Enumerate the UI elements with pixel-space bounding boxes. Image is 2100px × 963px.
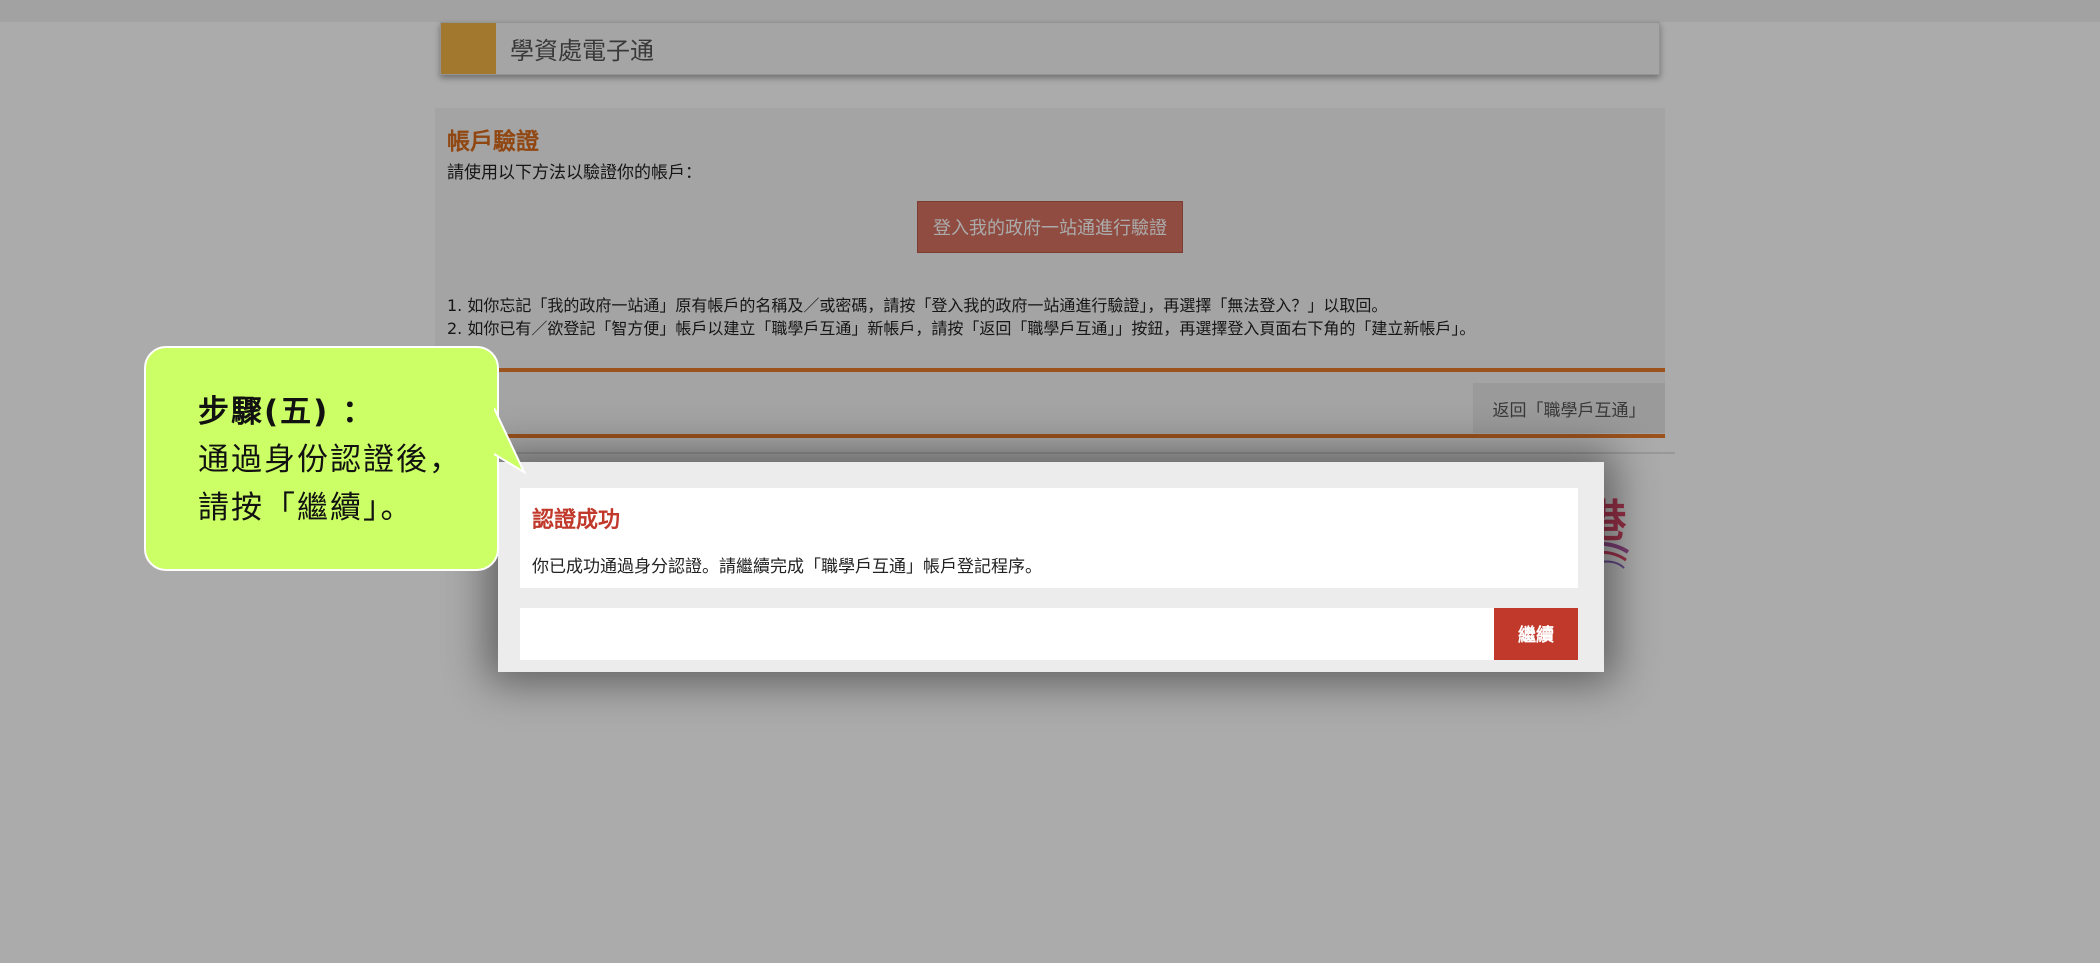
modal-footer: 繼續: [520, 608, 1578, 660]
success-modal: 認證成功 你已成功通過身分認證。請繼續完成「職學戶互通」帳戶登記程序。 繼續: [498, 462, 1604, 672]
callout-line-1: 通過身份認證後，: [198, 442, 462, 478]
modal-body: 認證成功 你已成功通過身分認證。請繼續完成「職學戶互通」帳戶登記程序。: [520, 488, 1578, 588]
modal-message: 你已成功通過身分認證。請繼續完成「職學戶互通」帳戶登記程序。: [532, 557, 1042, 577]
callout-step-label: 步驟(五) ：: [198, 394, 376, 430]
callout-line-2: 請按「繼續」。: [198, 490, 414, 526]
instruction-callout: 步驟(五) ： 通過身份認證後， 請按「繼續」。: [144, 346, 499, 571]
callout-pointer-icon: [494, 408, 526, 474]
continue-button[interactable]: 繼續: [1494, 608, 1578, 660]
modal-title: 認證成功: [532, 508, 621, 533]
callout-text: 步驟(五) ： 通過身份認證後， 請按「繼續」。: [198, 388, 462, 532]
